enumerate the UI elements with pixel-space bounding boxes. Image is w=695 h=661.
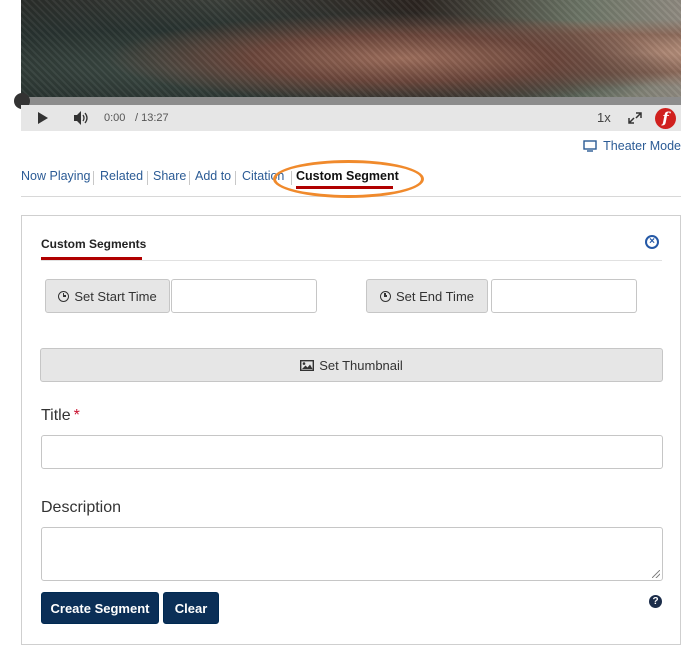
custom-segment-panel: Custom Segments × Set Start Time Set End… xyxy=(21,215,681,645)
title-field-label: Title * xyxy=(41,407,80,425)
create-segment-button[interactable]: Create Segment xyxy=(41,592,159,624)
tab-divider xyxy=(147,171,148,185)
volume-icon[interactable] xyxy=(73,105,89,131)
set-thumbnail-label: Set Thumbnail xyxy=(319,357,403,373)
tab-divider xyxy=(189,171,190,185)
panel-divider xyxy=(41,260,662,261)
theater-mode-link[interactable]: Theater Mode xyxy=(583,139,681,153)
progress-bar[interactable] xyxy=(21,97,681,105)
brand-logo: f xyxy=(655,108,676,129)
title-label-text: Title xyxy=(41,407,71,424)
annotation-highlight xyxy=(273,160,424,198)
resize-handle[interactable] xyxy=(652,570,660,578)
playback-speed-button[interactable]: 1x xyxy=(597,105,611,131)
close-icon[interactable]: × xyxy=(645,235,659,249)
clock-icon xyxy=(58,290,70,302)
end-time-input[interactable] xyxy=(491,279,637,313)
tab-divider xyxy=(93,171,94,185)
tab-share[interactable]: Share xyxy=(153,169,186,183)
clock-icon xyxy=(379,290,391,302)
panel-tab-custom-segments[interactable]: Custom Segments xyxy=(41,237,146,251)
total-time: / 13:27 xyxy=(135,112,169,124)
set-start-time-button[interactable]: Set Start Time xyxy=(45,279,170,313)
theater-mode-label: Theater Mode xyxy=(603,139,681,153)
tab-now-playing[interactable]: Now Playing xyxy=(21,169,90,183)
set-end-time-label: Set End Time xyxy=(395,288,475,304)
set-end-time-button[interactable]: Set End Time xyxy=(366,279,488,313)
start-time-input[interactable] xyxy=(171,279,317,313)
description-textarea[interactable] xyxy=(41,527,663,581)
video-frame[interactable] xyxy=(21,0,681,97)
monitor-icon xyxy=(583,140,597,152)
clear-button[interactable]: Clear xyxy=(163,592,219,624)
help-icon[interactable]: ? xyxy=(649,595,662,608)
description-field-label: Description xyxy=(41,499,122,516)
player-control-bar: 0:00 / 13:27 1x f xyxy=(21,105,681,131)
tab-related[interactable]: Related xyxy=(100,169,143,183)
required-marker: * xyxy=(73,407,80,424)
image-icon xyxy=(300,359,315,371)
tab-divider xyxy=(235,171,236,185)
set-start-time-label: Set Start Time xyxy=(74,288,157,304)
title-input[interactable] xyxy=(41,435,663,469)
fullscreen-icon[interactable] xyxy=(628,105,642,131)
set-thumbnail-button[interactable]: Set Thumbnail xyxy=(40,348,663,382)
play-icon[interactable] xyxy=(38,112,48,124)
current-time: 0:00 xyxy=(104,112,126,124)
tab-add-to[interactable]: Add to xyxy=(195,169,231,183)
